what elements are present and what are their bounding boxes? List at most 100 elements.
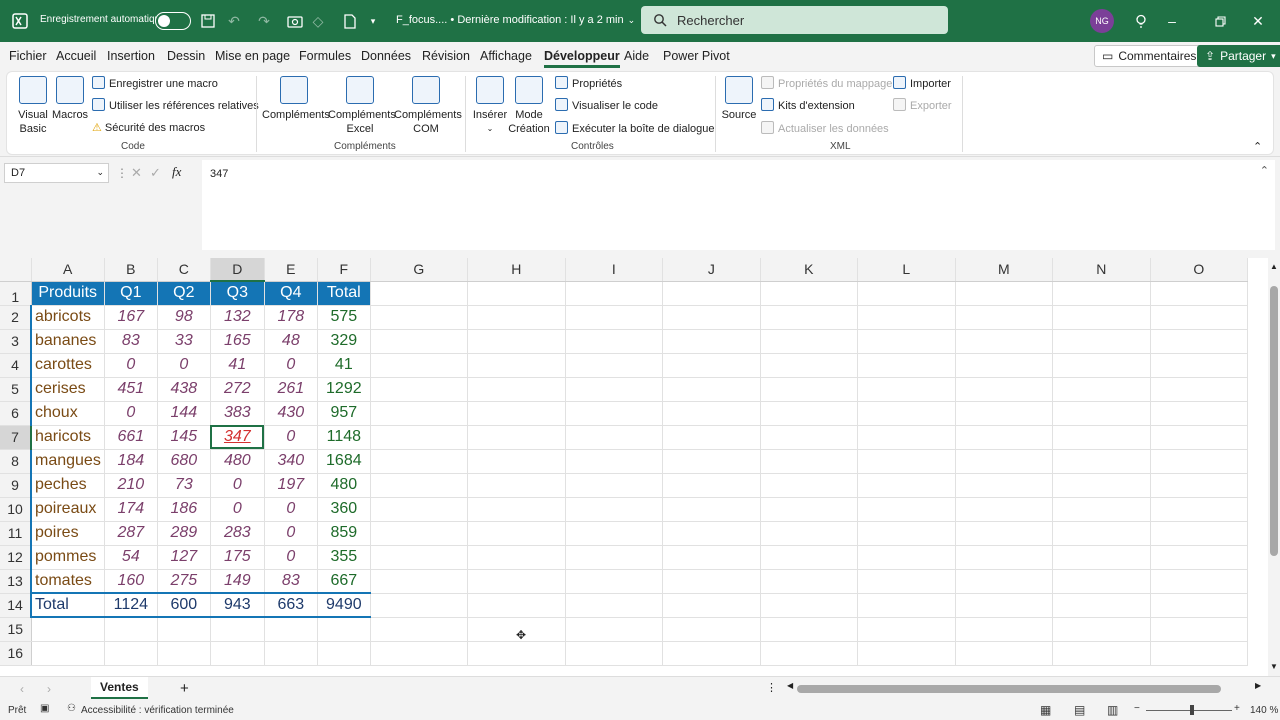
row-header-14[interactable]: 14 (0, 593, 32, 618)
sheet-table[interactable]: ABCDEFGHIJKLMNO 1 Produits Q1 Q2 Q3 Q4 Total 2 a… (0, 258, 1248, 666)
cell[interactable] (467, 641, 566, 666)
q2-cell[interactable]: 0 (157, 353, 211, 378)
cell[interactable] (370, 329, 468, 354)
product-cell[interactable]: bananes (29, 329, 105, 354)
table-header-produits[interactable]: Produits (30, 280, 105, 306)
q3-cell[interactable]: 41 (210, 353, 265, 378)
run-dialog-button[interactable]: Exécuter la boîte de dialogue (555, 121, 715, 136)
q4-cell[interactable]: 197 (264, 473, 318, 498)
cell[interactable] (662, 617, 761, 642)
q3-cell[interactable]: 272 (210, 377, 265, 402)
cell[interactable] (467, 569, 566, 594)
cell[interactable] (1150, 641, 1248, 666)
cell[interactable] (370, 305, 468, 330)
total-cell[interactable]: 9490 (317, 592, 371, 618)
row-header-1[interactable]: 1 (0, 281, 32, 306)
cell[interactable] (760, 521, 858, 546)
product-cell[interactable]: carottes (29, 353, 105, 378)
cell[interactable] (1150, 353, 1248, 378)
refresh-data-button[interactable]: Actualiser les données (761, 121, 889, 136)
avatar[interactable]: NG (1090, 9, 1114, 33)
cell[interactable] (1150, 281, 1248, 306)
table-header-total[interactable]: Total (316, 280, 371, 306)
cell[interactable] (955, 449, 1053, 474)
cell[interactable] (565, 569, 663, 594)
q3-cell[interactable]: 943 (210, 592, 265, 618)
q1-cell[interactable]: 174 (104, 497, 158, 522)
cell[interactable] (1052, 641, 1151, 666)
cell[interactable] (955, 617, 1053, 642)
q2-cell[interactable]: 680 (157, 449, 211, 474)
cell[interactable] (760, 353, 858, 378)
restore-icon[interactable] (1210, 11, 1230, 31)
cell[interactable] (467, 473, 566, 498)
tab-mise-en-page[interactable]: Mise en page (215, 49, 290, 63)
view-code-button[interactable]: Visualiser le code (555, 98, 658, 113)
cell[interactable] (370, 473, 468, 498)
tab-affichage[interactable]: Affichage (480, 49, 532, 63)
q4-cell[interactable]: 48 (264, 329, 318, 354)
horizontal-scroll-thumb[interactable] (797, 685, 1221, 693)
zoom-slider[interactable] (1146, 710, 1232, 711)
product-cell[interactable]: choux (29, 401, 105, 426)
q4-cell[interactable]: 0 (264, 521, 318, 546)
q4-cell[interactable]: 0 (264, 353, 318, 378)
cell[interactable] (760, 641, 858, 666)
q4-cell[interactable]: 0 (264, 497, 318, 522)
cell[interactable] (955, 281, 1053, 306)
cell[interactable] (104, 617, 158, 642)
cell[interactable] (317, 617, 371, 642)
cell[interactable] (857, 305, 956, 330)
cell[interactable] (1150, 377, 1248, 402)
row-header-2[interactable]: 2 (0, 305, 32, 330)
cell[interactable] (760, 473, 858, 498)
cell[interactable] (662, 569, 761, 594)
column-header-m[interactable]: M (955, 258, 1053, 282)
cell[interactable] (1150, 521, 1248, 546)
cell[interactable] (1052, 329, 1151, 354)
q2-cell[interactable]: 186 (157, 497, 211, 522)
product-cell[interactable]: haricots (29, 425, 105, 450)
cell[interactable] (31, 617, 105, 642)
column-header-a[interactable]: A (31, 258, 105, 282)
total-cell[interactable]: 360 (317, 497, 371, 522)
product-cell[interactable]: poires (29, 521, 105, 546)
row-header-6[interactable]: 6 (0, 401, 32, 426)
cell[interactable] (662, 353, 761, 378)
q4-cell[interactable]: 0 (264, 545, 318, 570)
row-header-7[interactable]: 7 (0, 425, 32, 450)
cell[interactable] (760, 281, 858, 306)
cell[interactable] (662, 401, 761, 426)
undo-icon[interactable]: ↶ (224, 11, 244, 31)
q4-cell[interactable]: 430 (264, 401, 318, 426)
q2-cell[interactable]: 289 (157, 521, 211, 546)
cell[interactable] (565, 281, 663, 306)
total-cell[interactable]: 575 (317, 305, 371, 330)
cell[interactable] (1052, 377, 1151, 402)
export-button[interactable]: Exporter (893, 98, 952, 113)
cell[interactable] (467, 281, 566, 306)
function-icon[interactable]: fx (172, 164, 181, 180)
cell[interactable] (857, 329, 956, 354)
cell[interactable] (760, 425, 858, 450)
page-layout-icon[interactable]: ▤ (1074, 703, 1085, 717)
table-header-q4[interactable]: Q4 (263, 280, 318, 306)
cell[interactable] (662, 425, 761, 450)
q3-cell[interactable]: 149 (210, 569, 265, 594)
cell[interactable] (760, 569, 858, 594)
cell[interactable] (857, 425, 956, 450)
product-cell[interactable]: mangues (29, 449, 105, 474)
q2-cell[interactable]: 98 (157, 305, 211, 330)
import-button[interactable]: Importer (893, 76, 951, 91)
tab-accueil[interactable]: Accueil (56, 49, 96, 63)
row-header-3[interactable]: 3 (0, 329, 32, 354)
q1-cell[interactable]: 451 (104, 377, 158, 402)
close-icon[interactable]: ✕ (1248, 11, 1268, 31)
cell[interactable] (955, 497, 1053, 522)
cell[interactable] (955, 593, 1053, 618)
cell[interactable] (467, 521, 566, 546)
excel-addins-button[interactable]: Compléments Excel (328, 76, 396, 136)
q4-cell[interactable]: 340 (264, 449, 318, 474)
zoom-out-icon[interactable]: − (1134, 703, 1140, 714)
q4-cell[interactable]: 83 (264, 569, 318, 594)
